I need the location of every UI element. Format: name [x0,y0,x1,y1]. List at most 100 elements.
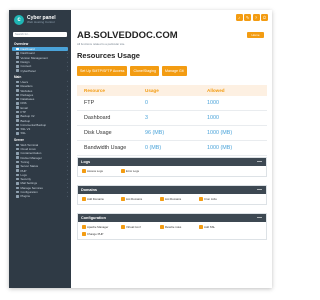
main-content: ♪ ✎ ? ⏻ AB.SOLVEDDOC.COM All functions r… [71,10,272,288]
link-label: Add SSL [204,225,216,229]
ssl-v2-icon [16,127,19,131]
change-php-link[interactable]: Change PHP [82,232,112,236]
server-status-icon [16,165,19,168]
sidebar-search-input[interactable]: Search for... [13,32,67,37]
security-icon [16,177,19,181]
app-window: c Cyber panel Web Hosting Control Search… [9,10,272,288]
chevron-right-icon: › [67,89,68,93]
link-label: Virtual Conf [126,225,141,229]
sidebar-item-label: SSL [20,131,26,136]
brand[interactable]: c Cyber panel Web Hosting Control [9,10,71,30]
collapse-icon[interactable]: — [257,186,262,194]
virtual-conf-icon [121,225,125,229]
clone-staging-button[interactable]: Clone/Staging [130,66,160,76]
domains-panel-body: Add Domains List Domains List Domains Cron … [78,194,266,204]
link-label: Apache Manager [87,225,109,229]
domains-panel-header[interactable]: Domains — [78,186,266,194]
list-domains-link[interactable]: List Domains [121,197,151,201]
cell-usage: 3 [145,115,148,121]
access-logs-link[interactable]: Access Logs [82,169,112,173]
sidebar-item-label: Plugins [20,194,30,199]
configuration-icon [16,190,19,194]
cell-usage: 0 (MB) [145,145,162,151]
cloud-linux-icon [16,147,19,151]
collapse-icon[interactable]: — [257,158,262,166]
bell-icon[interactable]: ♪ [235,13,243,21]
sidebar-item-plugins[interactable]: Plugins › [9,194,71,198]
link-label: Rewrite rules [165,225,182,229]
databases-icon [16,97,19,101]
chevron-right-icon: › [67,164,68,168]
apache-manager-icon [82,225,86,229]
column-resource: Resource [84,88,105,93]
apache-manager-link[interactable]: Apache Manager [82,225,112,229]
chevron-right-icon: › [67,143,68,147]
add-ssl-icon [199,225,203,229]
power-icon[interactable]: ⏻ [261,13,268,21]
add-ssl-link[interactable]: Add SSL [199,225,229,229]
tuning-icon [16,160,19,164]
chevron-right-icon: › [67,123,68,127]
link-label: Cron Jobs [204,197,217,201]
ftp-icon [16,110,19,114]
usage-table-header: Resource Usage Allowed [77,85,267,96]
mail-settings-icon [16,182,19,185]
manage-git-button[interactable]: Manage Git [162,66,187,76]
dns-icon [16,102,19,105]
cron-jobs-link[interactable]: Cron Jobs [199,197,229,201]
configuration-panel-header[interactable]: Configuration — [78,214,266,222]
link-label: List Domains [126,197,143,201]
error-logs-icon [121,169,125,173]
table-row: Dashboard 3 1000 [77,111,267,126]
help-icon[interactable]: ? [252,13,260,21]
home-button[interactable]: Home [247,32,264,38]
containerization-icon [16,152,19,155]
sidebar: c Cyber panel Web Hosting Control Search… [9,10,71,288]
rewrite-rules-link[interactable]: Rewrite rules [160,225,190,229]
link-label: Add Domains [87,197,104,201]
virtual-conf-link[interactable]: Virtual Conf [121,225,151,229]
cell-allowed: 1000 (MB) [207,130,233,136]
add-domains-link[interactable]: Add Domains [82,197,112,201]
users-icon [16,80,19,84]
list-domains-link[interactable]: List Domains [160,197,190,201]
chevron-right-icon: › [67,60,68,64]
incremental-backup-icon [16,123,19,127]
chat-icon[interactable]: ✎ [244,13,251,21]
cell-allowed: 1000 (MB) [207,145,233,151]
cyberpanel-icon [16,69,19,72]
packages-icon [16,93,19,97]
logs-panel: Logs — Access Logs Error Logs [77,157,267,177]
chevron-right-icon: › [67,169,68,173]
cell-allowed: 1000 [207,115,219,121]
cron-jobs-icon [199,197,203,201]
cell-resource: Dashboard [84,115,111,121]
websites-icon [16,89,19,92]
chevron-right-icon: › [67,106,68,110]
chevron-right-icon: › [67,51,68,55]
php-icon [16,169,19,172]
email-icon [16,106,19,109]
logs-panel-body: Access Logs Error Logs [78,166,266,176]
resources-title: Resources Usage [77,51,140,60]
docker-manager-icon [16,156,19,159]
resources-actions: Set Up SMTP/SFTP Access Clone/Staging Ma… [77,66,187,76]
backup-icon [16,119,19,122]
collapse-icon[interactable]: — [257,214,262,222]
add-domains-icon [82,197,86,201]
manage-services-icon [16,186,19,189]
chevron-right-icon: › [67,177,68,181]
version-management-icon [16,56,19,59]
rewrite-rules-icon [160,225,164,229]
configuration-panel-body: Apache Manager Virtual Conf Rewrite rules A… [78,222,266,239]
page-title: AB.SOLVEDDOC.COM [77,30,178,41]
link-label: Change PHP [87,232,104,236]
sidebar-section-server: Server [14,137,24,142]
plugins-icon [16,195,19,198]
logs-panel-header[interactable]: Logs — [78,158,266,166]
chevron-right-icon: › [67,84,68,88]
cyberpanel-logo: c [14,15,24,25]
smtp-sftp-button[interactable]: Set Up SMTP/SFTP Access [77,66,128,76]
link-label: List Domains [165,197,182,201]
error-logs-link[interactable]: Error Logs [121,169,151,173]
